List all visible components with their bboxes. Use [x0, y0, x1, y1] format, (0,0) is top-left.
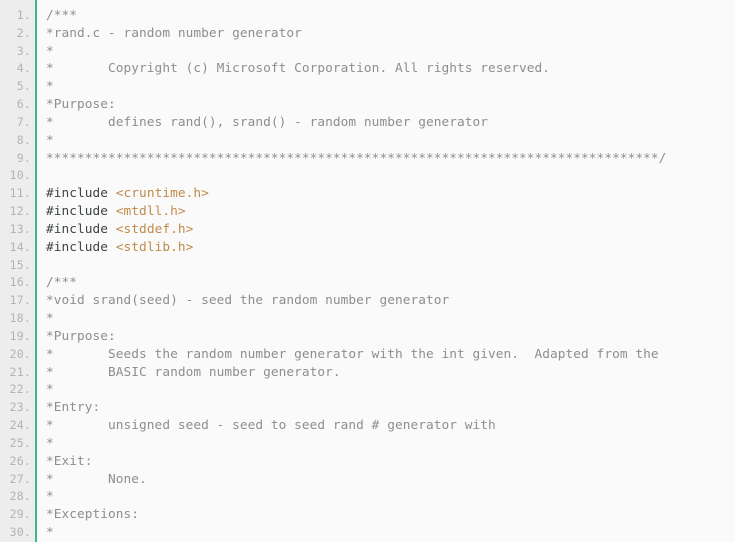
line-number-gutter: 1. 2. 3. 4. 5. 6. 7. 8. 9. 10. 11. 12. 13. 14. 15. 16. 1…	[0, 0, 37, 542]
code-token-comment: *Purpose:	[46, 328, 116, 344]
code-line[interactable]: *	[46, 78, 735, 96]
code-token-header: <stdlib.h>	[115, 239, 194, 255]
line-number: 29.	[9, 507, 31, 522]
code-line[interactable]: *rand.c - random number generator	[46, 25, 735, 43]
code-token-pp: #include	[46, 239, 116, 255]
code-viewer[interactable]: 1. 2. 3. 4. 5. 6. 7. 8. 9. 10. 11. 12. 13. 14. 15. 16. 1…	[0, 0, 735, 542]
line-number: 4.	[16, 61, 31, 76]
code-token-comment: ****************************************…	[46, 150, 667, 166]
code-line[interactable]: *	[46, 310, 735, 328]
line-number: 18.	[9, 311, 31, 326]
code-line[interactable]: * defines rand(), srand() - random numbe…	[46, 114, 735, 132]
code-token-comment: *	[46, 79, 54, 95]
code-token-comment: * defines rand(), srand() - random numbe…	[46, 114, 488, 130]
code-line[interactable]: *Exit:	[46, 453, 735, 471]
code-line[interactable]: *Entry:	[46, 399, 735, 417]
line-number: 3.	[16, 43, 31, 58]
line-number: 12.	[9, 204, 31, 219]
code-line[interactable]: *Exceptions:	[46, 506, 735, 524]
code-token-comment: /***	[46, 8, 78, 23]
code-token-comment: *rand.c - random number generator	[46, 25, 302, 41]
code-token-comment: *Entry:	[46, 400, 101, 416]
code-line[interactable]: #include <stddef.h>	[46, 221, 735, 239]
code-line[interactable]: ****************************************…	[46, 150, 735, 168]
code-token-comment: *Exceptions:	[46, 507, 140, 523]
line-number: 8.	[16, 132, 31, 147]
line-number: 16.	[9, 275, 31, 290]
code-line[interactable]: *	[46, 43, 735, 61]
line-number: 17.	[9, 293, 31, 308]
code-token-pp: #include	[46, 221, 116, 237]
code-token-header: <cruntime.h>	[115, 186, 209, 202]
code-line[interactable]: #include <stdlib.h>	[46, 239, 735, 257]
code-line[interactable]: *	[46, 488, 735, 506]
code-line[interactable]: /***	[46, 274, 735, 292]
line-number: 23.	[9, 400, 31, 415]
line-number: 1.	[16, 8, 31, 22]
line-number: 30.	[9, 525, 31, 540]
code-token-comment: * Copyright (c) Microsoft Corporation. A…	[46, 61, 551, 77]
line-number: 19.	[9, 328, 31, 343]
code-token-comment: *void srand(seed) - seed the random numb…	[46, 293, 450, 309]
line-number: 9.	[16, 150, 31, 165]
code-line[interactable]: *	[46, 381, 735, 399]
line-number: 21.	[9, 364, 31, 379]
code-line[interactable]: *	[46, 132, 735, 150]
code-token-header: <mtdll.h>	[115, 204, 186, 220]
line-number: 6.	[16, 97, 31, 112]
code-token-comment: *Exit:	[46, 453, 93, 469]
line-number: 7.	[16, 114, 31, 129]
line-number: 15.	[9, 257, 31, 272]
line-number: 20.	[9, 346, 31, 361]
code-line[interactable]	[46, 257, 735, 275]
code-token-comment: /***	[46, 275, 78, 291]
code-token-comment: *	[46, 132, 54, 148]
line-number: 10.	[9, 168, 31, 183]
code-token-comment: * unsigned seed - seed to seed rand # ge…	[46, 418, 496, 434]
code-token-comment: *	[46, 311, 54, 327]
code-token-comment: * BASIC random number generator.	[46, 364, 341, 380]
line-number: 22.	[9, 382, 31, 397]
code-line[interactable]: #include <cruntime.h>	[46, 185, 735, 203]
code-token-comment: *Purpose:	[46, 97, 116, 113]
code-line[interactable]: * None.	[46, 471, 735, 489]
code-line[interactable]: * Copyright (c) Microsoft Corporation. A…	[46, 60, 735, 78]
code-line[interactable]: *Purpose:	[46, 328, 735, 346]
line-number: 25.	[9, 435, 31, 450]
code-token-comment: *	[46, 489, 54, 505]
line-number: 13.	[9, 221, 31, 236]
code-token-comment: * None.	[46, 471, 147, 487]
code-line[interactable]: * unsigned seed - seed to seed rand # ge…	[46, 417, 735, 435]
code-line[interactable]: *	[46, 524, 735, 542]
code-line[interactable]: * Seeds the random number generator with…	[46, 346, 735, 364]
line-number: 5.	[16, 79, 31, 94]
line-number: 11.	[9, 186, 31, 201]
code-line[interactable]	[46, 167, 735, 185]
code-token-comment: *	[46, 43, 54, 59]
line-number: 24.	[9, 418, 31, 433]
code-line[interactable]: #include <mtdll.h>	[46, 203, 735, 221]
line-number: 2.	[16, 25, 31, 40]
code-token-header: <stddef.h>	[115, 221, 194, 237]
code-token-comment: * Seeds the random number generator with…	[46, 346, 659, 362]
code-token-pp: #include	[46, 204, 116, 220]
code-line[interactable]: /***	[46, 7, 735, 25]
line-number: 14.	[9, 239, 31, 254]
code-token-pp: #include	[46, 186, 116, 202]
line-number: 28.	[9, 489, 31, 504]
line-number: 27.	[9, 471, 31, 486]
code-line[interactable]: *void srand(seed) - seed the random numb…	[46, 292, 735, 310]
code-content-area[interactable]: /*** *rand.c - random number generator * * …	[37, 0, 735, 542]
code-line[interactable]: *	[46, 435, 735, 453]
code-token-comment: *	[46, 382, 54, 398]
code-token-comment: *	[46, 435, 54, 451]
code-line[interactable]: * BASIC random number generator.	[46, 364, 735, 382]
code-line[interactable]: *Purpose:	[46, 96, 735, 114]
code-token-comment: *	[46, 525, 54, 541]
line-number: 26.	[9, 453, 31, 468]
